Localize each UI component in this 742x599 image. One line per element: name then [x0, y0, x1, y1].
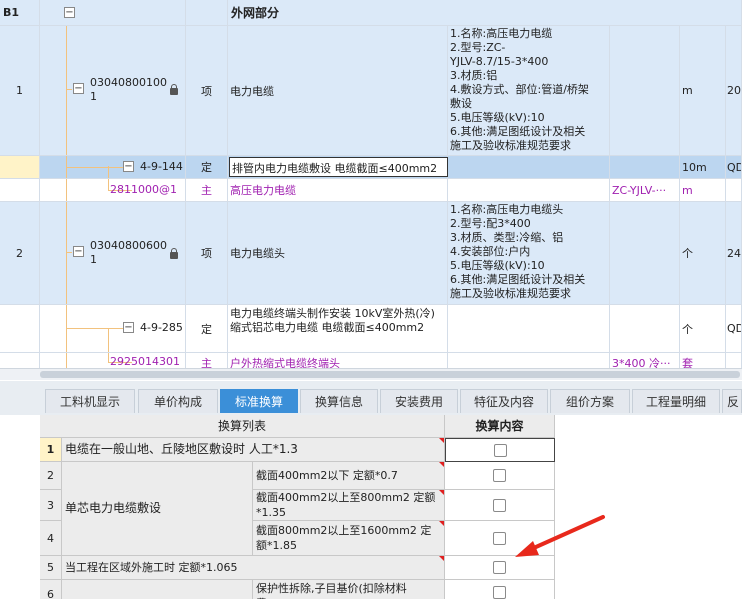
tab-more[interactable]: 反 — [722, 389, 742, 413]
row-number: 2 — [0, 202, 40, 305]
tab-conversion-info[interactable]: 换算信息 — [300, 389, 378, 413]
item-unit: m — [680, 26, 726, 156]
row-number: 4 — [40, 521, 62, 556]
item-name[interactable]: 电力电缆 — [228, 26, 448, 156]
collapse-toggle-icon[interactable]: − — [73, 83, 84, 94]
conversion-checkbox-cell[interactable] — [445, 580, 555, 599]
horizontal-scrollbar[interactable] — [0, 368, 742, 380]
material-code: 2925014301 — [110, 355, 180, 368]
quota-code: 4-9-285 — [140, 321, 183, 334]
item-type: 项 — [186, 26, 228, 156]
material-spec: ZC-YJLV-··· — [610, 179, 680, 202]
header-conversion-list: 换算列表 — [40, 415, 445, 438]
row-number: 1 — [40, 438, 62, 462]
material-type: 主 — [186, 353, 228, 368]
collapse-toggle-icon[interactable]: − — [73, 246, 84, 257]
quota-type: 定 — [186, 305, 228, 353]
group-name: 外网部分 — [228, 0, 742, 26]
quota-row-4-9-144[interactable]: − 4-9-144 定 排管内电力电缆敷设 电缆截面≤400mm2 10m QD — [0, 156, 742, 179]
conversion-list-grid: 换算列表 换算内容 1 2 3 4 5 6 电缆在一般山地、丘陵地区敷设时 人工… — [0, 415, 742, 599]
quota-type: 定 — [186, 156, 228, 179]
conversion-item[interactable]: 保护性拆除,子目基价(扣除材料费)*0.5 — [253, 580, 445, 599]
checkbox[interactable] — [493, 469, 506, 482]
row-number: 1 — [0, 26, 40, 156]
material-unit: m — [680, 179, 726, 202]
lock-icon — [170, 248, 178, 259]
bill-of-quantities-grid: B1 − 外网部分 1 − 03040800100 1 项 电力电缆 1.名称:… — [0, 0, 742, 368]
collapse-toggle-icon[interactable]: − — [123, 322, 134, 333]
item-features[interactable]: 1.名称:高压电力电缆头 2.型号:配3*400 3.材质、类型:冷缩、铝 4.… — [448, 202, 610, 305]
tab-installation-fee[interactable]: 安装费用 — [380, 389, 458, 413]
conversion-item[interactable]: 截面800mm2以上至1600mm2 定额*1.85 — [253, 521, 445, 556]
item-qty: 24 — [726, 202, 742, 305]
checkbox[interactable] — [493, 586, 506, 599]
quota-qty: QD — [726, 156, 742, 179]
material-name[interactable]: 户外热缩式电缆终端头 — [228, 353, 448, 368]
item-code: 03040800100 1 — [90, 76, 167, 103]
checkbox[interactable] — [493, 443, 507, 457]
material-code: 2811000@1 — [110, 183, 177, 196]
scrollbar-thumb[interactable] — [40, 371, 740, 378]
material-unit: 套 — [680, 353, 726, 368]
item-row-1[interactable]: 1 − 03040800100 1 项 电力电缆 1.名称:高压电力电缆 2.型… — [0, 26, 742, 156]
tab-unit-price-composition[interactable]: 单价构成 — [138, 389, 218, 413]
tab-standard-conversion[interactable]: 标准换算 — [220, 389, 298, 413]
header-conversion-content: 换算内容 — [445, 415, 555, 438]
detail-tab-bar: 工料机显示 单价构成 标准换算 换算信息 安装费用 特征及内容 组价方案 工程量… — [0, 381, 742, 415]
red-arrow-annotation-icon — [515, 515, 605, 557]
tab-labor-material-display[interactable]: 工料机显示 — [45, 389, 135, 413]
tab-pricing-scheme[interactable]: 组价方案 — [550, 389, 630, 413]
item-code: 03040800600 1 — [90, 239, 167, 266]
conversion-group-single-core: 单芯电力电缆敷设 — [62, 462, 253, 556]
conversion-item[interactable]: 电缆在一般山地、丘陵地区敷设时 人工*1.3 — [62, 438, 445, 462]
conversion-checkbox-cell[interactable] — [445, 462, 555, 490]
item-row-2[interactable]: 2 − 03040800600 1 项 电力电缆头 1.名称:高压电力电缆头 2… — [0, 202, 742, 305]
conversion-item[interactable]: 截面400mm2以下 定额*0.7 — [253, 462, 445, 490]
conversion-item[interactable]: 当工程在区域外施工时 定额*1.065 — [62, 556, 445, 580]
collapse-toggle-icon[interactable]: − — [64, 7, 75, 18]
row-number: 6 — [40, 580, 62, 599]
collapse-toggle-icon[interactable]: − — [123, 161, 134, 172]
quota-unit: 10m — [680, 156, 726, 179]
material-row-1[interactable]: 2811000@1 主 高压电力电缆 ZC-YJLV-··· m — [0, 179, 742, 202]
group-code: B1 — [0, 0, 40, 26]
material-name[interactable]: 高压电力电缆 — [228, 179, 448, 202]
item-unit: 个 — [680, 202, 726, 305]
conversion-checkbox-cell[interactable] — [445, 438, 555, 462]
conversion-item[interactable]: 截面400mm2以上至800mm2 定额*1.35 — [253, 490, 445, 521]
row-number: 5 — [40, 556, 62, 580]
tab-features-content[interactable]: 特征及内容 — [460, 389, 548, 413]
item-type: 项 — [186, 202, 228, 305]
material-row-2[interactable]: 2925014301 主 户外热缩式电缆终端头 3*400 冷··· 套 — [0, 353, 742, 368]
quota-code: 4-9-144 — [140, 160, 183, 173]
row-number: 3 — [40, 490, 62, 521]
quota-qty: QD — [726, 305, 742, 353]
material-type: 主 — [186, 179, 228, 202]
group-row-b1[interactable]: B1 − 外网部分 — [0, 0, 742, 26]
item-qty: 20 — [726, 26, 742, 156]
lock-icon — [170, 84, 178, 95]
row-number: 2 — [40, 462, 62, 490]
quota-unit: 个 — [680, 305, 726, 353]
material-spec: 3*400 冷··· — [610, 353, 680, 368]
item-name[interactable]: 电力电缆头 — [228, 202, 448, 305]
quota-name[interactable]: 电力电缆终端头制作安装 10kV室外热(冷)缩式铝芯电力电缆 电缆截面≤400m… — [228, 305, 448, 353]
tab-quantity-detail[interactable]: 工程量明细 — [632, 389, 720, 413]
quota-name-editor[interactable]: 排管内电力电缆敷设 电缆截面≤400mm2 — [229, 157, 448, 177]
quota-row-4-9-285[interactable]: − 4-9-285 定 电力电缆终端头制作安装 10kV室外热(冷)缩式铝芯电力… — [0, 305, 742, 353]
item-features[interactable]: 1.名称:高压电力电缆 2.型号:ZC- YJLV-8.7/15-3*400 3… — [448, 26, 610, 156]
